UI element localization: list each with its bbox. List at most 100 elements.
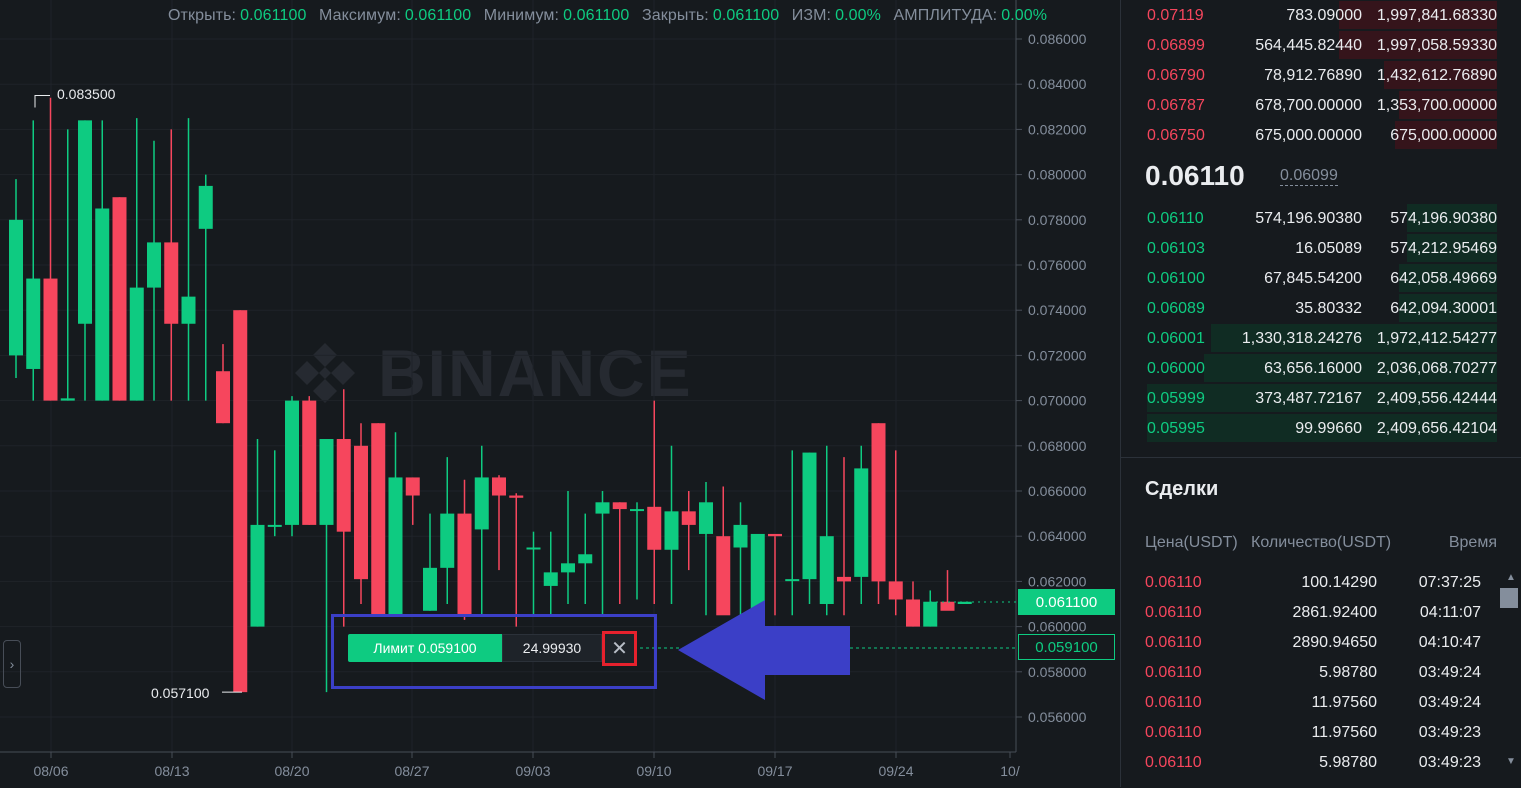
candle-body (26, 278, 41, 369)
candle-body (405, 477, 420, 496)
y-tick-label: 0.068000 (1028, 438, 1087, 454)
scroll-down-icon[interactable]: ▼ (1506, 756, 1516, 767)
y-tick-label: 0.080000 (1028, 167, 1087, 183)
scrollbar-thumb[interactable] (1500, 588, 1518, 608)
candle (664, 445, 679, 604)
candle-body (768, 533, 782, 537)
bid-price: 0.05999 (1147, 390, 1205, 407)
trade-price: 0.06110 (1145, 664, 1202, 681)
ask-row[interactable]: 0.06790 78,912.76890 1,432,612.76890 (1121, 60, 1501, 90)
candle-body (388, 477, 403, 616)
x-tick-label: 08/06 (33, 763, 68, 779)
candle-body (837, 576, 851, 582)
candlestick-chart[interactable]: BINANCE 0.086000 0.084000 0.082000 0.080000… (0, 0, 1118, 787)
high-price-label: 0.083500 (57, 86, 116, 102)
candle (819, 445, 834, 616)
candle (336, 389, 351, 627)
bid-price: 0.06100 (1147, 270, 1205, 287)
candle-body (354, 445, 368, 580)
x-tick-label: 09/10 (636, 763, 671, 779)
limit-order-label[interactable]: Лимит 0.059100 (348, 634, 502, 662)
ask-row[interactable]: 0.06787 678,700.00000 1,353,700.00000 (1121, 90, 1501, 120)
ohlc-high-value: 0.061100 (404, 7, 472, 24)
bid-row[interactable]: 0.05999 373,487.72167 2,409,556.42444 (1121, 383, 1501, 413)
bid-price: 0.06103 (1147, 240, 1205, 257)
candle (250, 439, 265, 627)
y-tick-label: 0.064000 (1028, 528, 1087, 544)
bid-total: 574,212.95469 (1390, 240, 1497, 257)
candle-body (147, 242, 161, 288)
bid-row[interactable]: 0.06000 63,656.16000 2,036,068.70277 (1121, 353, 1501, 383)
candle (371, 423, 386, 616)
candle-body (371, 423, 386, 616)
candle-body (957, 601, 972, 604)
candle-body (95, 208, 110, 401)
candle-body (906, 599, 920, 627)
bid-amount: 574,196.90380 (1255, 210, 1362, 227)
candle (923, 590, 938, 627)
candle (888, 450, 903, 616)
candle (267, 450, 282, 537)
candle-body (578, 554, 593, 564)
bid-total: 642,058.49669 (1390, 270, 1497, 287)
candle-body (423, 567, 437, 611)
candle (595, 491, 610, 616)
trade-time: 04:10:47 (1418, 634, 1481, 651)
y-tick-label: 0.060000 (1028, 619, 1087, 635)
candle (440, 457, 455, 604)
ohlc-change-value: 0.00% (835, 7, 881, 24)
scroll-up-icon[interactable]: ▲ (1506, 572, 1516, 583)
candle-body (336, 439, 351, 532)
trade-qty: 2861.92400 (1292, 604, 1377, 621)
x-tick-label: 08/13 (154, 763, 189, 779)
mark-price[interactable]: 0.06099 (1280, 167, 1338, 186)
bid-row[interactable]: 0.06089 35.80332 642,094.30001 (1121, 293, 1501, 323)
candle (457, 479, 472, 620)
x-tick-label: 09/24 (878, 763, 913, 779)
bid-row[interactable]: 0.06100 67,845.54200 642,058.49669 (1121, 263, 1501, 293)
candle (78, 120, 92, 401)
trade-row: 0.06110 5.98780 03:49:23 (1121, 747, 1501, 777)
candle (147, 140, 161, 401)
candle-body (112, 197, 127, 401)
candle (543, 531, 558, 616)
candle-body (733, 524, 748, 548)
candle-body (854, 468, 869, 577)
candle-body (474, 477, 489, 530)
ask-row[interactable]: 0.06899 564,445.82440 1,997,058.59330 (1121, 30, 1501, 60)
bid-row[interactable]: 0.05995 99.99660 2,409,656.42104 (1121, 413, 1501, 443)
cancel-order-button[interactable]: ✕ (602, 631, 637, 666)
candle-body (164, 242, 179, 324)
candle (285, 396, 299, 537)
candle (233, 310, 248, 693)
expand-panel-button[interactable]: › (3, 640, 21, 688)
ask-price: 0.06790 (1147, 67, 1205, 84)
bid-price: 0.06089 (1147, 300, 1205, 317)
candle-body (250, 524, 265, 627)
trade-qty: 11.97560 (1311, 694, 1377, 711)
candle-body (664, 511, 679, 550)
candle (405, 477, 420, 525)
limit-order-quantity[interactable]: 24.99930 (502, 634, 602, 662)
candle-body (60, 398, 75, 401)
x-tick-label: 09/17 (757, 763, 792, 779)
candle-body (509, 495, 524, 498)
ask-row[interactable]: 0.07119 783.09000 1,997,841.68330 (1121, 0, 1501, 30)
y-tick-label: 0.074000 (1028, 302, 1087, 318)
candle-body (595, 502, 610, 514)
ohlc-change-label: ИЗМ: (791, 7, 832, 24)
ask-total: 675,000.00000 (1390, 127, 1497, 144)
trade-row: 0.06110 100.14290 07:37:25 (1121, 567, 1501, 597)
ask-row[interactable]: 0.06750 675,000.00000 675,000.00000 (1121, 120, 1501, 150)
trade-qty: 11.97560 (1311, 724, 1377, 741)
x-tick-label: 08/27 (394, 763, 429, 779)
bid-amount: 16.05089 (1295, 240, 1362, 257)
bid-row[interactable]: 0.06001 1,330,318.24276 1,972,412.54277 (1121, 323, 1501, 353)
candle (198, 174, 213, 401)
candle-body (612, 502, 627, 510)
candle-body (302, 400, 317, 525)
bid-row[interactable]: 0.06110 574,196.90380 574,196.90380 (1121, 203, 1501, 233)
candle (630, 502, 644, 600)
bid-row[interactable]: 0.06103 16.05089 574,212.95469 (1121, 233, 1501, 263)
candle-body (78, 120, 92, 324)
